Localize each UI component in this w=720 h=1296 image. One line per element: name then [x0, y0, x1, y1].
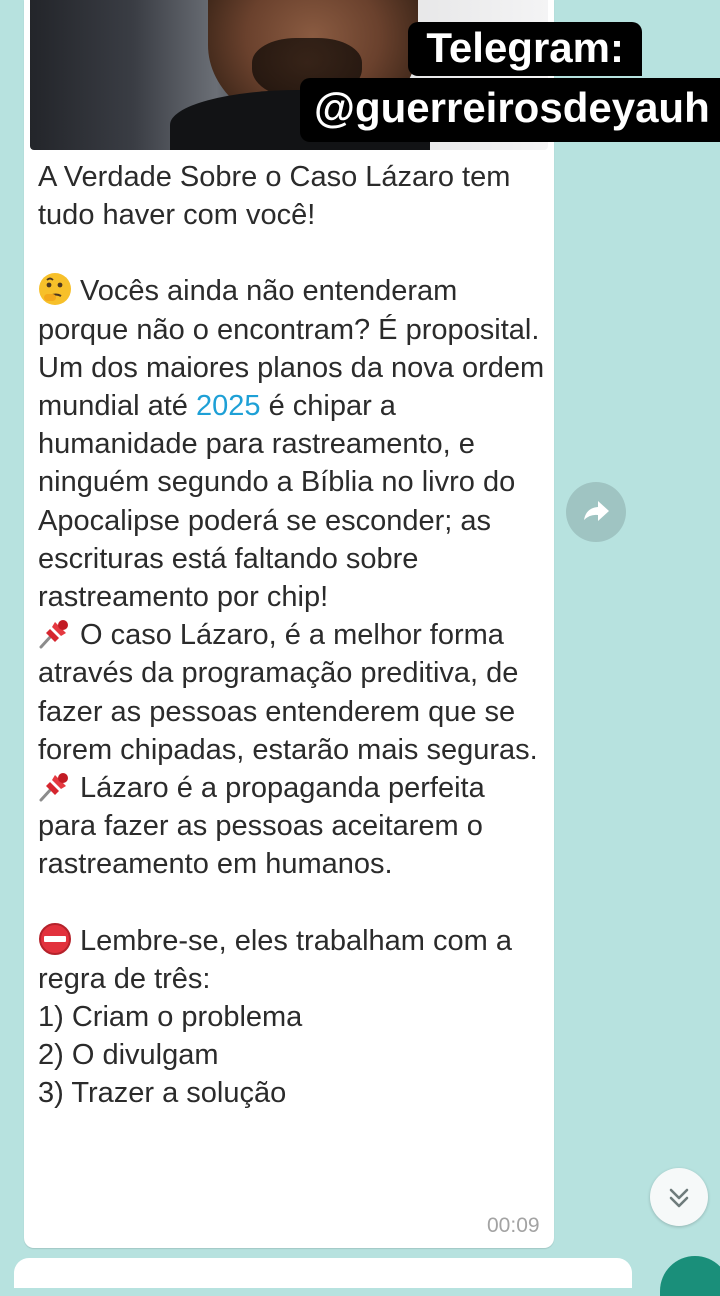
- watermark-handle: @guerreirosdeyauh: [300, 78, 720, 142]
- paragraph-1: Vocês ainda não entenderam: [38, 272, 548, 310]
- no-entry-icon: [39, 922, 71, 955]
- paragraph-2: Um dos maiores planos da nova ordem mund…: [38, 349, 548, 616]
- paragraph-4: Lázaro é a propaganda perfeita: [38, 769, 548, 807]
- message-text: A Verdade Sobre o Caso Lázaro tem tudo h…: [38, 158, 548, 1113]
- paragraph-5: Lembre-se, eles trabalham com a: [38, 922, 548, 960]
- paragraph-4-line1: Lázaro é a propaganda perfeita: [80, 772, 485, 805]
- year-link[interactable]: 2025: [196, 390, 261, 422]
- list-item: 2) O divulgam: [38, 1039, 219, 1072]
- forward-arrow-icon: [584, 501, 609, 521]
- paragraph-3-line1: O caso Lázaro, é a melhor forma: [80, 619, 504, 652]
- watermark-line1: Telegram:: [408, 22, 642, 76]
- message-title: A Verdade Sobre o Caso Lázaro tem tudo h…: [38, 161, 519, 232]
- paragraph-3: O caso Lázaro, é a melhor forma: [38, 616, 548, 654]
- paragraph-5-line1: Lembre-se, eles trabalham com a: [80, 924, 512, 957]
- paragraph-1-rest: porque não o encontram? É proposital.: [38, 313, 540, 346]
- send-button[interactable]: [660, 1256, 720, 1296]
- pushpin-icon: [39, 620, 68, 649]
- pushpin-icon: [39, 773, 68, 802]
- paragraph-4-rest: para fazer as pessoas aceitarem o rastre…: [38, 810, 491, 881]
- paragraph-3-rest: através da programação preditiva, de faz…: [38, 657, 538, 766]
- paragraph-5-rest: regra de três:: [38, 962, 211, 995]
- scroll-down-button[interactable]: [650, 1168, 708, 1226]
- list-item: 3) Trazer a solução: [38, 1077, 287, 1110]
- thinking-face-icon: [39, 273, 71, 306]
- message-input[interactable]: [14, 1258, 632, 1288]
- paragraph-2-post: é chipar a humanidade para rastreamento,…: [38, 390, 522, 614]
- list-item: 1) Criam o problema: [38, 1001, 303, 1034]
- telegram-watermark: Telegram: @guerreirosdeyauh: [300, 22, 720, 150]
- double-chevron-down-icon: [669, 1188, 689, 1208]
- paragraph-1-line1: Vocês ainda não entenderam: [80, 275, 458, 308]
- forward-button[interactable]: [566, 482, 626, 542]
- message-time: 00:09: [487, 1214, 540, 1237]
